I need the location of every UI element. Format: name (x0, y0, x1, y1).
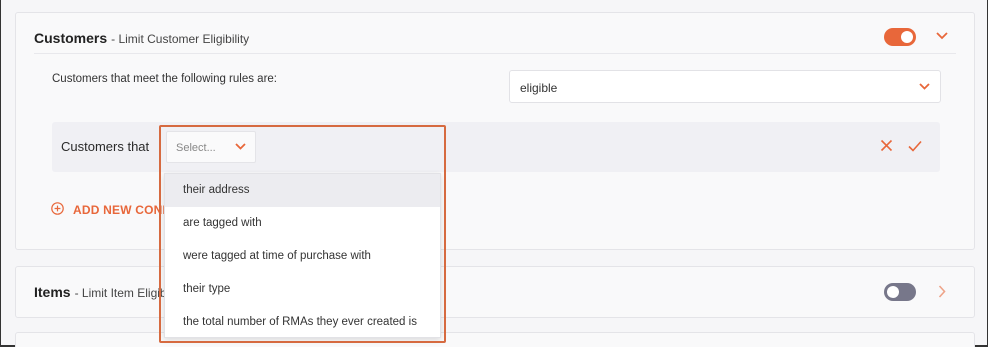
dropdown-option[interactable]: their address (165, 174, 440, 207)
next-card (15, 332, 975, 347)
chevron-right-icon[interactable] (938, 285, 946, 298)
chevron-down-icon[interactable] (936, 32, 948, 40)
condition-label: Customers that (61, 139, 150, 154)
plus-circle-icon (51, 202, 64, 218)
page-frame: Customers - Limit Customer Eligibility C… (0, 0, 988, 347)
items-card-header: Items - Limit Item Eligibility (34, 284, 184, 300)
dropdown-option[interactable]: are tagged with (165, 207, 440, 240)
customers-title: Customers (34, 30, 108, 46)
check-icon[interactable] (908, 139, 922, 157)
rules-label: Customers that meet the following rules … (52, 73, 277, 85)
condition-select[interactable]: Select... (166, 131, 256, 163)
customers-card-header: Customers - Limit Customer Eligibility (34, 30, 249, 46)
customers-card: Customers - Limit Customer Eligibility C… (15, 12, 975, 250)
condition-dropdown-menu: their address are tagged with were tagge… (164, 173, 441, 338)
dropdown-option[interactable]: their type (165, 273, 440, 306)
items-title: Items (34, 284, 71, 300)
close-icon[interactable] (880, 139, 893, 157)
chevron-down-icon (919, 83, 930, 90)
chevron-down-icon (235, 143, 246, 150)
customers-subtitle: - Limit Customer Eligibility (111, 32, 250, 46)
toggle-knob (901, 31, 913, 43)
dropdown-option[interactable]: were tagged at time of purchase with (165, 240, 440, 273)
items-toggle[interactable] (884, 283, 916, 301)
dropdown-option[interactable]: the total number of RMAs they ever creat… (165, 306, 440, 339)
header-divider (34, 53, 956, 54)
condition-select-placeholder: Select... (176, 142, 216, 154)
customers-toggle[interactable] (884, 28, 916, 46)
eligibility-value: eligible (520, 81, 558, 95)
condition-row: Customers that Select... (52, 122, 940, 172)
items-card: Items - Limit Item Eligibility (15, 266, 975, 318)
eligibility-select[interactable]: eligible (509, 70, 941, 103)
toggle-knob (887, 286, 899, 298)
